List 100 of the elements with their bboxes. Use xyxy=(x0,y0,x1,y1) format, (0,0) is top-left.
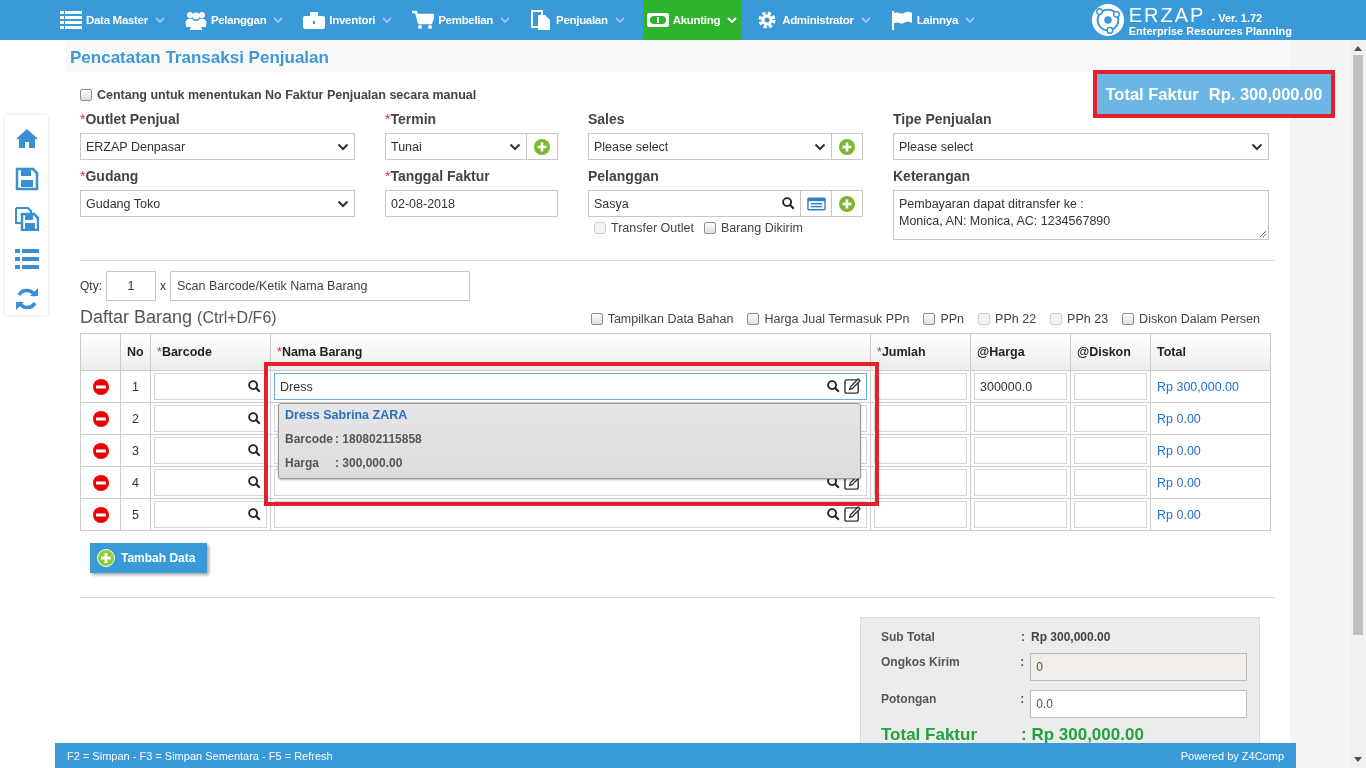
card-list-icon xyxy=(806,196,826,211)
barcode-field[interactable] xyxy=(154,501,267,528)
barcode-field[interactable] xyxy=(154,469,267,496)
times-sign: x xyxy=(160,279,166,293)
caret-icon xyxy=(814,142,826,151)
chevron-down-icon xyxy=(382,17,393,23)
detail-label: Barcode xyxy=(285,431,335,446)
customer-field[interactable]: Sasya xyxy=(588,190,801,217)
checkbox[interactable] xyxy=(590,313,603,325)
save-icon[interactable] xyxy=(14,167,39,191)
search-icon xyxy=(248,508,261,521)
checkbox-label: Harga Jual Termasuk PPn xyxy=(764,312,910,326)
checkbox[interactable] xyxy=(923,313,936,325)
suggestion-menu[interactable]: Dress Sabrina ZARA Barcode : 180802115858 Harga : 300,000.00 xyxy=(278,403,861,479)
quantity-field[interactable] xyxy=(874,373,967,400)
plus-icon xyxy=(839,138,855,155)
remove-icon[interactable] xyxy=(92,410,109,427)
column-header: *Barcode xyxy=(150,333,271,371)
barcode-field[interactable] xyxy=(154,437,267,464)
select-field[interactable]: ERZAP Denpasar xyxy=(80,133,355,160)
checkbox[interactable] xyxy=(80,89,92,101)
row-number: 1 xyxy=(120,370,151,403)
search-icon xyxy=(248,444,261,457)
checkbox[interactable] xyxy=(703,222,716,234)
home-icon[interactable] xyxy=(14,127,39,151)
page-title: Pencatatan Transaksi Penjualan xyxy=(65,40,1290,72)
list-icon[interactable] xyxy=(14,247,39,271)
total-value: Rp. 300,000.00 xyxy=(1208,84,1323,104)
plus-icon xyxy=(97,549,115,567)
summary-label: Sub Total xyxy=(881,629,936,644)
checkbox-label: Transfer Outlet xyxy=(611,221,694,235)
shortcut-hint: F2 = Simpan - F3 = Simpan Sementara - F5 = Refresh xyxy=(67,749,333,762)
price-field[interactable] xyxy=(974,405,1067,432)
chevron-down-icon xyxy=(273,17,284,23)
remove-icon[interactable] xyxy=(92,506,109,523)
field-label: Sales xyxy=(588,111,626,127)
barcode-field[interactable] xyxy=(154,373,267,400)
list-button[interactable] xyxy=(801,190,832,217)
discount-field[interactable] xyxy=(1074,405,1147,432)
select-field[interactable]: Gudang Toko xyxy=(80,190,355,217)
chevron-down-icon xyxy=(727,17,738,23)
save-copy-icon[interactable] xyxy=(14,207,39,231)
discount-field[interactable] xyxy=(1074,501,1147,528)
caret-icon xyxy=(337,199,349,208)
row-number: 3 xyxy=(120,434,151,467)
checkbox-label: Barang Dikirim xyxy=(720,221,803,235)
row-number: 5 xyxy=(120,498,151,531)
chevron-down-icon xyxy=(614,17,625,23)
search-icon xyxy=(782,197,795,210)
total-label: Total Faktur xyxy=(1105,84,1199,104)
checkbox[interactable] xyxy=(1122,313,1135,325)
qty-field[interactable]: 1 xyxy=(106,271,156,301)
discount-field[interactable] xyxy=(1074,373,1147,400)
caret-icon xyxy=(1251,142,1263,151)
quantity-field[interactable] xyxy=(874,469,967,496)
price-field[interactable]: 300000.0 xyxy=(974,373,1067,400)
checkbox-label: PPh 23 xyxy=(1067,312,1109,326)
remove-icon[interactable] xyxy=(92,442,109,459)
checkbox-label: PPh 22 xyxy=(995,312,1037,326)
discount-field[interactable] xyxy=(1074,469,1147,496)
refresh-icon[interactable] xyxy=(14,287,39,311)
price-field[interactable] xyxy=(974,501,1067,528)
document-icon xyxy=(530,10,553,30)
item-name-field[interactable]: Dress xyxy=(274,373,867,400)
column-header: No xyxy=(120,333,151,371)
price-field[interactable] xyxy=(974,469,1067,496)
date-field[interactable]: 02-08-2018 xyxy=(385,190,558,217)
quantity-field[interactable] xyxy=(874,437,967,464)
checkbox-label: PPn xyxy=(940,312,965,326)
logo-icon xyxy=(1090,3,1125,37)
scrollbar[interactable] xyxy=(1350,40,1366,768)
list-icon xyxy=(60,10,82,30)
discount-field[interactable]: 0.0 xyxy=(1030,690,1247,718)
quantity-field[interactable] xyxy=(874,501,967,528)
select-field[interactable]: Tunai xyxy=(385,133,527,160)
banknote-icon xyxy=(646,10,669,30)
column-header: @Diskon xyxy=(1070,333,1151,371)
quantity-field[interactable] xyxy=(874,405,967,432)
chevron-down-icon xyxy=(965,17,975,23)
colon: : xyxy=(1020,691,1026,706)
field-label: *Outlet Penjual xyxy=(80,111,181,127)
caret-icon xyxy=(509,142,521,151)
shipping-field: 0 xyxy=(1030,653,1247,681)
discount-field[interactable] xyxy=(1074,437,1147,464)
price-field[interactable] xyxy=(974,437,1067,464)
select-field[interactable]: Please select xyxy=(893,133,1269,160)
remove-icon[interactable] xyxy=(92,474,109,491)
flag-icon xyxy=(890,10,913,30)
add-button[interactable] xyxy=(527,133,558,160)
row-number: 2 xyxy=(120,402,151,435)
scan-field[interactable]: Scan Barcode/Ketik Nama Barang xyxy=(170,271,470,301)
barcode-field[interactable] xyxy=(154,405,267,432)
select-field[interactable]: Please select xyxy=(588,133,832,160)
checkbox-label: Diskon Dalam Persen xyxy=(1139,312,1260,326)
remove-icon[interactable] xyxy=(92,378,109,395)
checkbox[interactable] xyxy=(747,313,760,325)
add-button[interactable] xyxy=(832,190,863,217)
add-button[interactable] xyxy=(832,133,863,160)
notes-field[interactable]: Pembayaran dapat ditransfer ke : Monica, AN: Monica, AC: 1234567890 xyxy=(893,190,1269,240)
chevron-down-icon xyxy=(860,17,871,23)
